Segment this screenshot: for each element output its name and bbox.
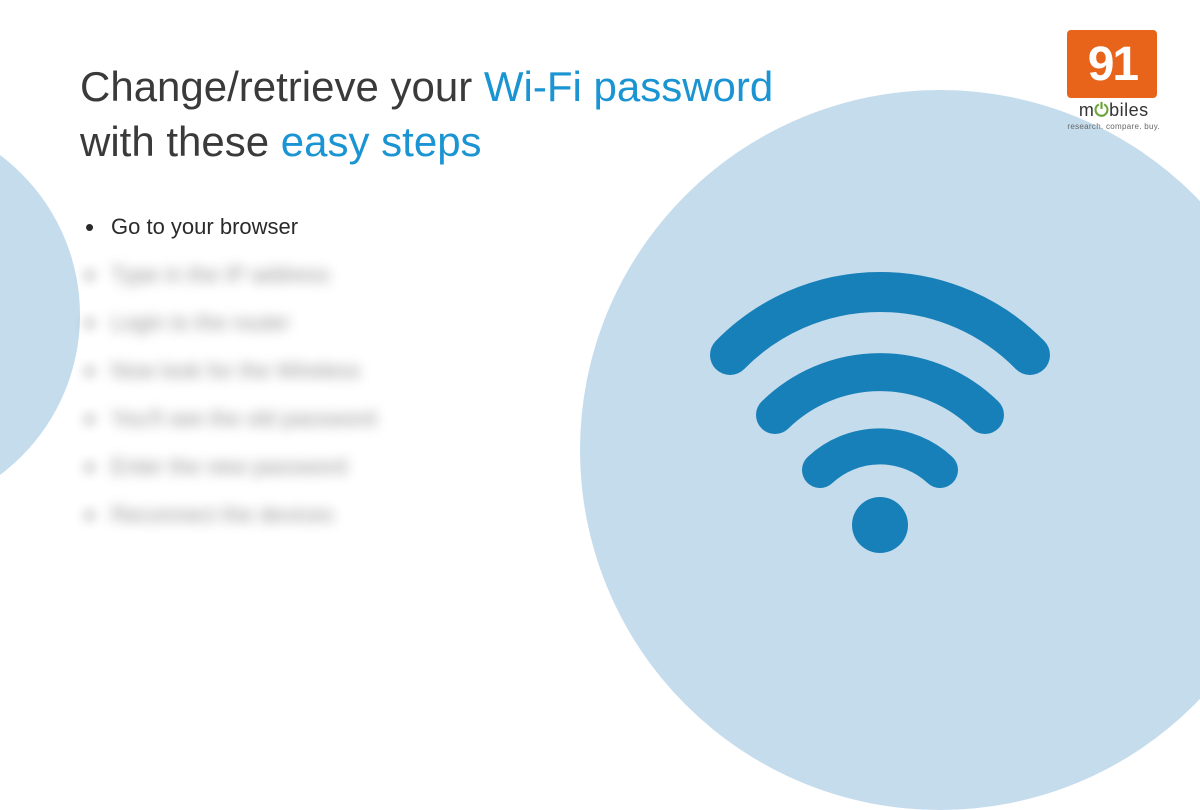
step-item: Go to your browser bbox=[85, 214, 1120, 240]
brand-logo: 91 m⏻biles research. compare. buy. bbox=[1067, 30, 1160, 131]
logo-brand-text: m⏻biles bbox=[1067, 100, 1160, 121]
logo-tagline: research. compare. buy. bbox=[1067, 122, 1160, 131]
logo-number: 91 bbox=[1088, 37, 1137, 92]
logo-badge: 91 bbox=[1067, 30, 1157, 98]
headline: Change/retrieve your Wi-Fi password with… bbox=[80, 60, 800, 169]
wifi-icon bbox=[690, 255, 1070, 560]
